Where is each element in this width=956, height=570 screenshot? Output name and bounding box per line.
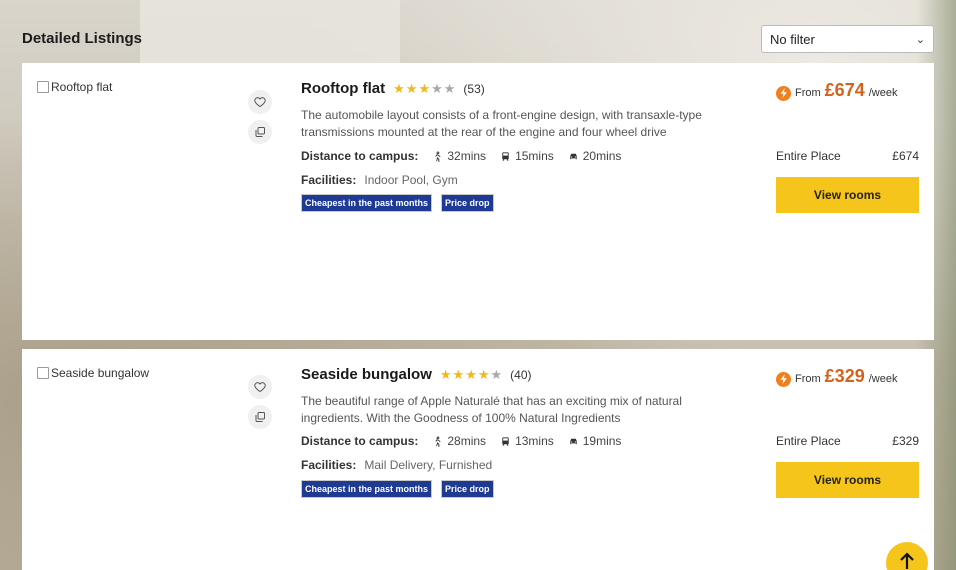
badge-cheapest: Cheapest in the past months: [301, 194, 433, 212]
walk-icon: [435, 150, 441, 162]
facilities-row: Facilities: Mail Delivery, Furnished: [301, 458, 492, 472]
facilities-row: Facilities: Indoor Pool, Gym: [301, 173, 458, 187]
listing-description: The automobile layout consists of a fron…: [301, 108, 702, 139]
price-row: From £674 /week: [776, 80, 897, 101]
star-icon: ★: [477, 367, 490, 382]
walk-time: 28mins: [447, 434, 487, 448]
background-window: [140, 0, 400, 70]
place-type: Entire Place: [776, 434, 841, 448]
compare-icon: [255, 127, 265, 137]
car-icon: [570, 153, 577, 159]
bolt-icon: [776, 371, 791, 387]
car-time: 20mins: [582, 149, 622, 163]
compare-button[interactable]: [248, 405, 272, 429]
facilities-value: Mail Delivery, Furnished: [364, 458, 493, 472]
badge-group: Cheapest in the past months Price drop: [301, 194, 494, 212]
badge-cheapest: Cheapest in the past months: [301, 480, 433, 498]
bus-icon: [502, 151, 509, 161]
car-time: 19mins: [582, 434, 622, 448]
star-icon: ★: [418, 81, 431, 96]
place-row: Entire Place £329: [776, 434, 919, 448]
compare-icon: [255, 412, 265, 422]
star-icon: ★: [465, 367, 477, 382]
listing-card: Rooftop flat Rooftop flat ★ ★ ★ ★ ★ (53)…: [22, 63, 934, 340]
distance-label: Distance to campus:: [301, 434, 419, 448]
broken-image-icon: [37, 367, 49, 379]
bus-icon: [502, 436, 509, 446]
star-icon: ★: [439, 367, 452, 382]
bus-time: 15mins: [515, 149, 554, 163]
listing-title[interactable]: Rooftop flat: [301, 80, 385, 97]
walk-time: 32mins: [447, 149, 487, 163]
bolt-icon: [776, 85, 791, 101]
place-row: Entire Place £674: [776, 149, 919, 163]
listing-card: Seaside bungalow Seaside bungalow ★ ★ ★ …: [22, 349, 934, 570]
place-price: £329: [892, 434, 919, 448]
broken-image-icon: [37, 81, 49, 93]
badge-price-drop: Price drop: [441, 194, 494, 212]
price-value: £674: [824, 80, 865, 100]
from-label: From: [795, 87, 821, 99]
compare-button[interactable]: [248, 120, 272, 144]
page-title: Detailed Listings: [22, 30, 143, 47]
distance-row: Distance to campus: 32mins 15mins 20mins: [301, 149, 621, 163]
badge-price-drop: Price drop: [441, 480, 494, 498]
review-count: (40): [510, 367, 532, 382]
distance-label: Distance to campus:: [301, 149, 419, 163]
view-rooms-button[interactable]: View rooms: [776, 177, 919, 213]
bus-time: 13mins: [515, 434, 554, 448]
star-rating: ★ ★ ★ ★ ★: [440, 368, 502, 381]
place-type: Entire Place: [776, 149, 841, 163]
listing-image[interactable]: Seaside bungalow: [37, 366, 149, 380]
facilities-value: Indoor Pool, Gym: [364, 173, 458, 187]
price-unit: /week: [868, 87, 898, 99]
chevron-down-icon: ⌄: [915, 33, 925, 46]
listing-title[interactable]: Seaside bungalow: [301, 366, 432, 383]
heart-icon: [254, 382, 266, 393]
listing-image[interactable]: Rooftop flat: [37, 80, 112, 94]
star-icon: ★: [452, 367, 465, 382]
star-icon: ★: [405, 81, 418, 96]
review-count: (53): [463, 81, 485, 96]
price-unit: /week: [868, 373, 898, 385]
distance-row: Distance to campus: 28mins 13mins 19mins: [301, 434, 621, 448]
favorite-button[interactable]: [248, 375, 272, 399]
favorite-button[interactable]: [248, 90, 272, 114]
star-icon: ★: [431, 81, 443, 96]
star-icon: ★: [443, 81, 456, 96]
view-rooms-button[interactable]: View rooms: [776, 462, 919, 498]
star-rating: ★ ★ ★ ★ ★: [393, 82, 455, 95]
filter-select[interactable]: No filter ⌄: [761, 25, 934, 53]
price-row: From £329 /week: [776, 366, 897, 387]
place-price: £674: [892, 149, 919, 163]
walk-icon: [435, 435, 441, 447]
price-value: £329: [824, 366, 865, 386]
facilities-label: Facilities:: [301, 173, 357, 187]
from-label: From: [795, 373, 821, 385]
badge-group: Cheapest in the past months Price drop: [301, 480, 494, 498]
star-icon: ★: [490, 367, 503, 382]
star-icon: ★: [393, 81, 405, 96]
heart-icon: [254, 97, 266, 108]
listing-description: The beautiful range of Apple Naturalé th…: [301, 394, 682, 425]
car-icon: [570, 438, 577, 444]
filter-selected-value: No filter: [770, 31, 815, 47]
facilities-label: Facilities:: [301, 458, 357, 472]
arrow-up-icon: [900, 552, 914, 569]
